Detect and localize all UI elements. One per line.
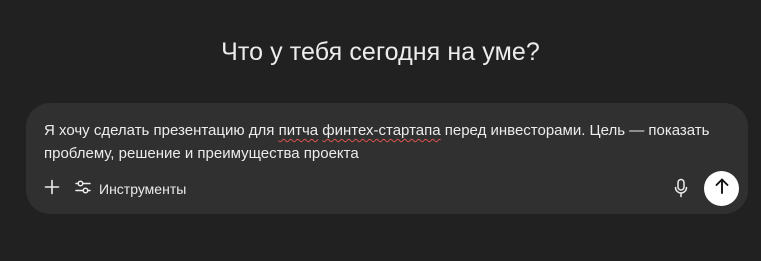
plus-icon	[44, 179, 60, 200]
page: Что у тебя сегодня на уме? Я хочу сделат…	[0, 0, 761, 261]
prompt-text-misspelled: финтех-стартапа	[322, 122, 441, 139]
prompt-composer[interactable]: Я хочу сделать презентацию для питча фин…	[26, 103, 748, 214]
prompt-input[interactable]: Я хочу сделать презентацию для питча фин…	[44, 120, 734, 165]
microphone-icon	[674, 178, 688, 203]
page-headline: Что у тебя сегодня на уме?	[221, 38, 540, 66]
tools-button[interactable]: Инструменты	[74, 177, 186, 201]
prompt-text-misspelled: питча	[278, 122, 319, 139]
add-attachment-button[interactable]	[40, 177, 64, 201]
tools-label: Инструменты	[99, 181, 187, 197]
prompt-text-part: Я хочу сделать презентацию для	[44, 122, 279, 139]
sliders-icon	[74, 179, 92, 200]
send-button[interactable]	[704, 171, 739, 206]
dictate-button[interactable]	[670, 178, 692, 202]
arrow-up-icon	[714, 177, 730, 200]
